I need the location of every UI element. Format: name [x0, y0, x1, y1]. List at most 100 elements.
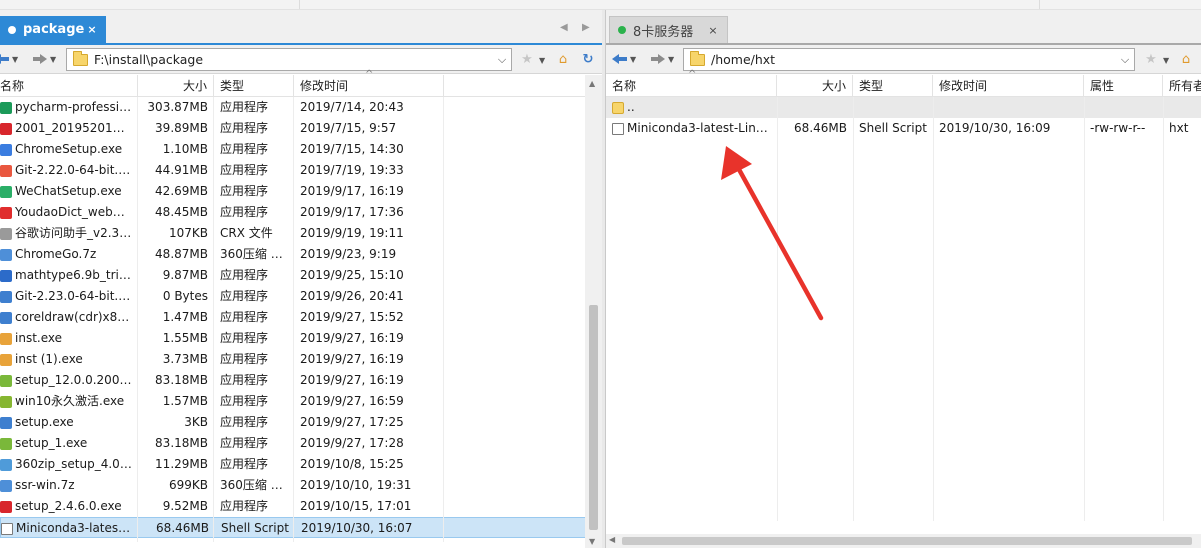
table-row[interactable]: YoudaoDict_webdic... 48.45MB 应用程序 2019/9/17…	[0, 202, 602, 223]
scroll-down-icon[interactable]: ▼	[589, 537, 595, 546]
type-cell: 应用程序	[220, 100, 269, 114]
col-header-name[interactable]: 名称	[0, 75, 138, 97]
column-divider	[1163, 97, 1164, 521]
col-header-attributes[interactable]: 属性	[1084, 75, 1163, 97]
table-row[interactable]: mathtype6.9b_trial.... 9.87MB 应用程序 2019/9/2…	[0, 265, 602, 286]
scroll-up-icon[interactable]: ▲	[589, 79, 595, 88]
column-divider	[137, 97, 138, 542]
close-icon[interactable]: ×	[86, 23, 98, 36]
modified-cell: 2019/10/10, 19:31	[300, 478, 412, 492]
col-header-size[interactable]: 大小	[777, 75, 853, 97]
col-header-type[interactable]: 类型	[853, 75, 933, 97]
table-row[interactable]: pycharm-professio... 303.87MB 应用程序 2019/7/1…	[0, 97, 602, 118]
table-row[interactable]: Git-2.23.0-64-bit.exe 0 Bytes 应用程序 2019/9/2…	[0, 286, 602, 307]
local-pane: package × ◀ ▶ ▼ ▼ F:\install\package ⌵ ★…	[0, 10, 602, 548]
annotation-arrow-head	[721, 146, 752, 180]
back-button[interactable]: ▼	[612, 51, 636, 67]
sort-ascending-icon: ^	[365, 69, 374, 80]
file-name: win10永久激活.exe	[15, 394, 125, 408]
close-icon[interactable]: ×	[707, 24, 719, 37]
activator-icon	[0, 395, 12, 408]
table-row[interactable]: Miniconda3-latest-L... 68.46MB Shell Scrip…	[0, 517, 602, 538]
tab-scroll-right-icon[interactable]: ▶	[582, 22, 590, 33]
remote-pane: 8卡服务器 × ▼ ▼ /home/hxt ⌵ ★ ▼ ⌂ 名称 大小 类型 修…	[605, 10, 1201, 548]
table-row[interactable]: setup_1.exe 83.18MB 应用程序 2019/9/27, 17:28	[0, 433, 602, 454]
installer-icon	[0, 353, 12, 366]
table-row[interactable]: 谷歌访问助手_v2.3.0.... 107KB CRX 文件 2019/9/19, 1…	[0, 223, 602, 244]
chevron-down-icon[interactable]: ▼	[1163, 56, 1169, 65]
table-row[interactable]: Miniconda3-latest-Linu... 68.46MB Shell …	[606, 118, 1201, 139]
remote-path-input[interactable]: /home/hxt ⌵	[683, 48, 1135, 71]
name-cell: inst (1).exe	[0, 349, 138, 370]
table-row[interactable]: Git-2.22.0-64-bit.exe 44.91MB 应用程序 2019/7/1…	[0, 160, 602, 181]
table-row[interactable]: ssr-win.7z 699KB 360压缩 7... 2019/10/10, 19:…	[0, 475, 602, 496]
size-cell: 48.45MB	[155, 205, 208, 219]
size-cell: 68.46MB	[156, 521, 209, 535]
forward-button[interactable]: ▼	[650, 51, 674, 67]
home-icon[interactable]: ⌂	[555, 52, 571, 67]
file-name: coreldraw(cdr)x8破...	[15, 310, 132, 324]
file-name: mathtype6.9b_trial....	[15, 268, 132, 282]
star-icon[interactable]: ★	[1143, 52, 1159, 67]
remote-tab-bar: 8卡服务器 ×	[606, 10, 1201, 43]
parent-directory-row[interactable]: ..	[606, 97, 1201, 118]
modified-cell: 2019/9/26, 20:41	[300, 289, 404, 303]
table-row[interactable]: win10永久激活.exe 1.57MB 应用程序 2019/9/27, 16:59	[0, 391, 602, 412]
col-header-modified[interactable]: 修改时间	[933, 75, 1084, 97]
table-row[interactable]: setup_12.0.0.2001o.... 83.18MB 应用程序 2019/9/…	[0, 370, 602, 391]
size-cell: 9.87MB	[162, 268, 208, 282]
col-header-owner[interactable]: 所有者	[1163, 75, 1201, 97]
home-icon[interactable]: ⌂	[1178, 52, 1194, 67]
modified-cell: 2019/7/14, 20:43	[300, 100, 404, 114]
exe-icon	[0, 290, 12, 303]
scroll-thumb[interactable]	[622, 537, 1192, 545]
remote-horizontal-scrollbar[interactable]: ◀	[606, 534, 1201, 548]
table-row[interactable]: inst (1).exe 3.73MB 应用程序 2019/9/27, 16:19	[0, 349, 602, 370]
scroll-left-icon[interactable]: ◀	[609, 535, 615, 544]
table-row[interactable]: setup.exe 3KB 应用程序 2019/9/27, 17:25	[0, 412, 602, 433]
table-row[interactable]: coreldraw(cdr)x8破... 1.47MB 应用程序 2019/9/27,…	[0, 307, 602, 328]
setup-icon	[0, 437, 12, 450]
table-row[interactable]: setup_2.4.6.0.exe 9.52MB 应用程序 2019/10/15, 1…	[0, 496, 602, 517]
path-dropdown-icon[interactable]: ⌵	[493, 53, 511, 67]
archive-icon	[0, 479, 12, 492]
scroll-thumb[interactable]	[589, 305, 598, 530]
table-row[interactable]: ChromeSetup.exe 1.10MB 应用程序 2019/7/15, 14:3…	[0, 139, 602, 160]
col-header-size[interactable]: 大小	[138, 75, 214, 97]
refresh-icon[interactable]: ↻	[580, 52, 596, 67]
local-vertical-scrollbar[interactable]: ▲ ▼	[585, 75, 602, 548]
tab-remote-server[interactable]: 8卡服务器 ×	[609, 16, 728, 43]
back-button[interactable]: ▼	[0, 51, 18, 67]
top-strip-segment	[855, 0, 1040, 9]
table-row[interactable]: 360zip_setup_4.0.0.... 11.29MB 应用程序 2019/10…	[0, 454, 602, 475]
file-name: ssr-win.7z	[15, 478, 75, 492]
tab-local-package[interactable]: package ×	[0, 16, 106, 43]
tab-scroll-left-icon[interactable]: ◀	[560, 22, 568, 33]
installer-icon	[0, 332, 12, 345]
remote-path-text: /home/hxt	[711, 52, 776, 67]
table-row[interactable]: WeChatSetup.exe 42.69MB 应用程序 2019/9/17, 16:…	[0, 181, 602, 202]
local-path-input[interactable]: F:\install\package ⌵	[66, 48, 512, 71]
forward-arrow-icon	[32, 53, 48, 65]
name-cell: Miniconda3-latest-L...	[0, 518, 139, 539]
file-name: Git-2.23.0-64-bit.exe	[15, 289, 132, 303]
chevron-down-icon[interactable]: ▼	[539, 56, 545, 65]
table-row[interactable]: ChromeGo.7z 48.87MB 360压缩 7... 2019/9/23, 9…	[0, 244, 602, 265]
star-icon[interactable]: ★	[519, 52, 535, 67]
col-header-type[interactable]: 类型	[214, 75, 294, 97]
name-cell: 360zip_setup_4.0.0....	[0, 454, 138, 475]
forward-arrow-icon	[650, 53, 666, 65]
name-cell: Git-2.23.0-64-bit.exe	[0, 286, 138, 307]
file-name: Miniconda3-latest-Linu...	[627, 121, 771, 135]
forward-button[interactable]: ▼	[32, 51, 56, 67]
file-name: 360zip_setup_4.0.0....	[15, 457, 132, 471]
file-name: ChromeSetup.exe	[15, 142, 123, 156]
name-cell: pycharm-professio...	[0, 97, 138, 118]
file-name: ..	[627, 100, 635, 114]
file-name: 2001_20195201930...	[15, 121, 132, 135]
table-row[interactable]: inst.exe 1.55MB 应用程序 2019/9/27, 16:19	[0, 328, 602, 349]
table-row[interactable]: 2001_20195201930... 39.89MB 应用程序 2019/7/15,…	[0, 118, 602, 139]
column-divider	[1084, 97, 1085, 521]
name-cell: inst.exe	[0, 328, 138, 349]
path-dropdown-icon[interactable]: ⌵	[1116, 53, 1134, 67]
